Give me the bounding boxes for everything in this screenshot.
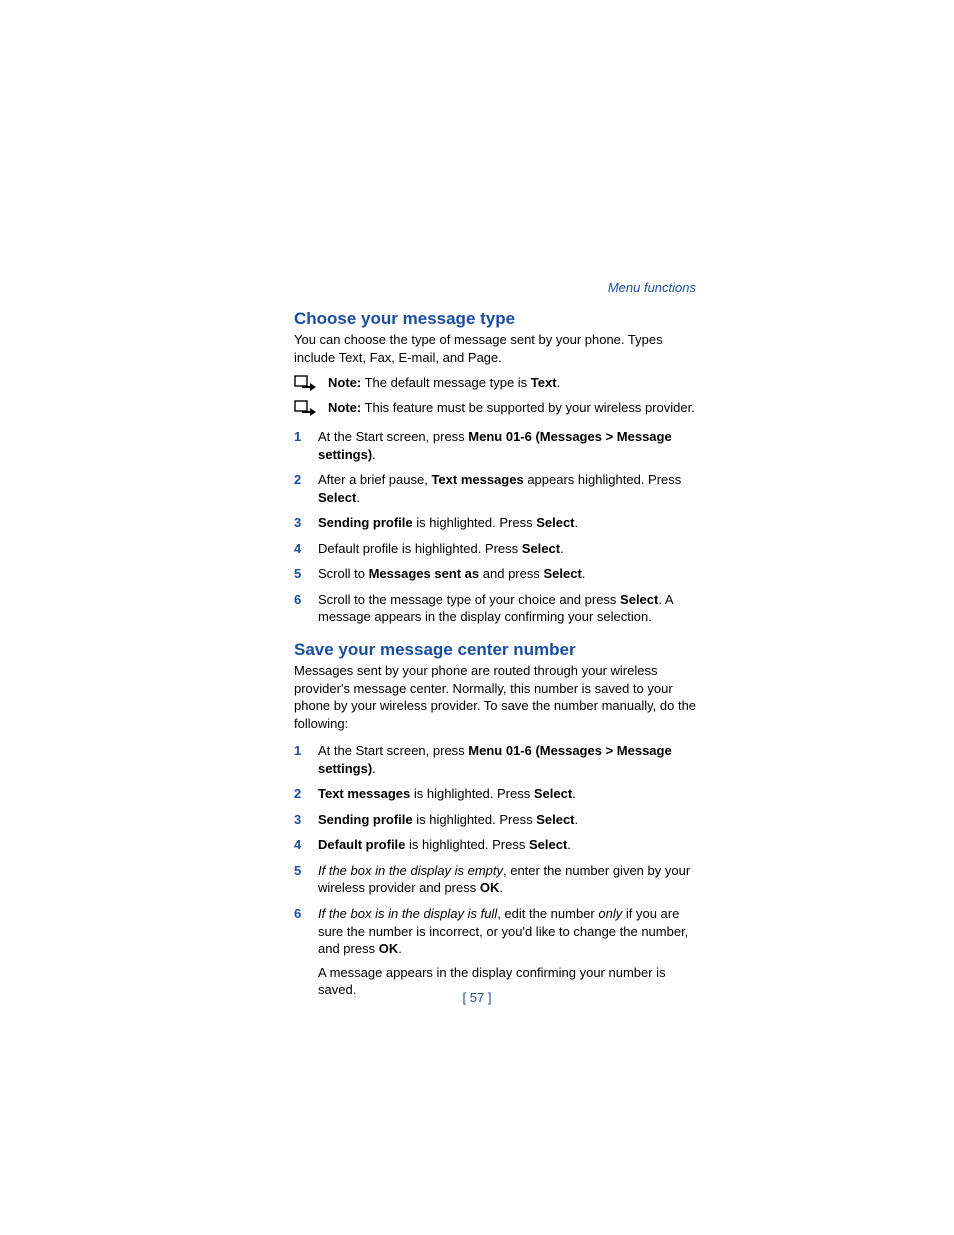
section2-steps: 1 At the Start screen, press Menu 01-6 (… xyxy=(294,742,698,999)
section-heading-1: Choose your message type xyxy=(294,309,698,329)
list-item: 4 Default profile is highlighted. Press … xyxy=(294,540,698,558)
list-item: 3 Sending profile is highlighted. Press … xyxy=(294,514,698,532)
note-arrow-icon xyxy=(294,375,316,393)
list-item: 4 Default profile is highlighted. Press … xyxy=(294,836,698,854)
note-2: Note: This feature must be supported by … xyxy=(294,399,698,418)
list-item: 1 At the Start screen, press Menu 01-6 (… xyxy=(294,742,698,777)
note-1: Note: The default message type is Text. xyxy=(294,374,698,393)
list-item: 6 Scroll to the message type of your cho… xyxy=(294,591,698,626)
list-item: 1 At the Start screen, press Menu 01-6 (… xyxy=(294,428,698,463)
page-number: [ 57 ] xyxy=(0,990,954,1005)
list-item: 2 After a brief pause, Text messages app… xyxy=(294,471,698,506)
running-header: Menu functions xyxy=(294,280,698,295)
list-item: 5 Scroll to Messages sent as and press S… xyxy=(294,565,698,583)
note-1-text: Note: The default message type is Text. xyxy=(328,374,698,392)
section1-intro: You can choose the type of message sent … xyxy=(294,331,698,366)
note-arrow-icon xyxy=(294,400,316,418)
page-content: Menu functions Choose your message type … xyxy=(294,280,698,1013)
list-item: 2 Text messages is highlighted. Press Se… xyxy=(294,785,698,803)
list-item: 5 If the box in the display is empty, en… xyxy=(294,862,698,897)
list-item: 6 If the box is in the display is full, … xyxy=(294,905,698,999)
note-2-text: Note: This feature must be supported by … xyxy=(328,399,698,417)
section1-steps: 1 At the Start screen, press Menu 01-6 (… xyxy=(294,428,698,626)
list-item: 3 Sending profile is highlighted. Press … xyxy=(294,811,698,829)
section-heading-2: Save your message center number xyxy=(294,640,698,660)
section2-intro: Messages sent by your phone are routed t… xyxy=(294,662,698,732)
